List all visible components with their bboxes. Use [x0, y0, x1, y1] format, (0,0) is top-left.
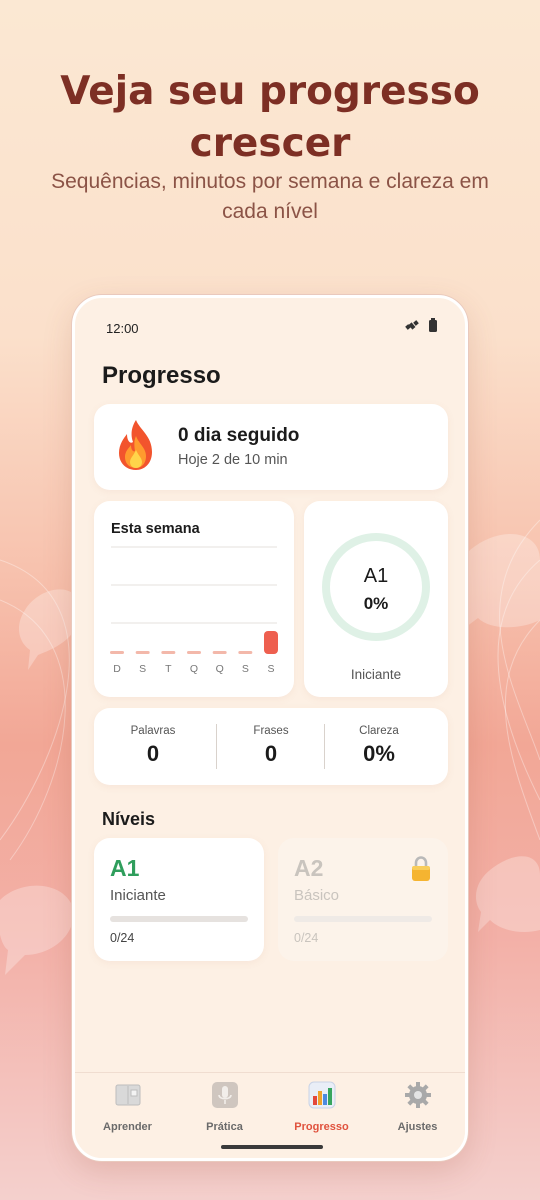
bar-chart-icon [308, 1081, 335, 1109]
page-title: Progresso [102, 362, 221, 389]
stat-label: Clareza [359, 725, 399, 737]
stat-value: 0% [363, 741, 395, 766]
level-name: Básico [294, 887, 340, 904]
status-bar: 12:00 [106, 318, 437, 336]
stat-label: Frases [253, 725, 289, 737]
lock-icon [412, 856, 430, 881]
streak-today: Hoje 2 de 10 min [178, 452, 288, 468]
chart-bar [187, 651, 201, 654]
nav-label: Progresso [294, 1121, 349, 1133]
phone-frame: 12:00 Progresso 0 dia seguido Hoje 2 de … [72, 295, 468, 1161]
satellite-icon [405, 320, 419, 330]
level-code: A1 [110, 855, 140, 881]
nav-label: Prática [206, 1121, 243, 1133]
nav-aprender[interactable]: Aprender [78, 1081, 177, 1133]
chart-tick-label: T [165, 663, 172, 675]
ring-percent: 0% [363, 594, 389, 613]
battery-icon [429, 318, 437, 332]
streak-count: 0 dia seguido [178, 425, 300, 446]
chart-bar [264, 631, 278, 654]
level-progress-bar [110, 916, 248, 922]
chart-tick-label: S [139, 663, 146, 675]
nav-label: Aprender [103, 1121, 152, 1133]
level-progress-bar [294, 916, 432, 922]
level-name: Iniciante [110, 887, 166, 904]
headline: Veja seu progresso crescer [60, 69, 480, 166]
status-time: 12:00 [106, 321, 139, 336]
chart-tick-label: D [113, 663, 121, 675]
levels-heading: Níveis [102, 809, 156, 829]
stat-label: Palavras [130, 725, 176, 737]
chart-bar [161, 651, 176, 654]
chart-tick-label: S [242, 663, 249, 675]
chart-bar [110, 651, 124, 654]
chart-bar [135, 651, 150, 654]
nav-ajustes[interactable]: Ajustes [368, 1081, 465, 1133]
ring-level-name: Iniciante [350, 667, 402, 682]
fire-icon [119, 420, 152, 470]
level-ring-card[interactable]: A1 0% Iniciante [304, 501, 448, 697]
gear-icon [404, 1082, 431, 1108]
level-count: 0/24 [294, 931, 319, 945]
stat-phrases: Frases 0 [212, 708, 330, 785]
week-bar-chart: DSTQQSS [110, 546, 278, 675]
week-card: Esta semana DSTQQSS [94, 501, 294, 697]
nav-pratica[interactable]: Prática [175, 1081, 274, 1133]
stat-value: 0 [146, 741, 160, 766]
microphone-icon [211, 1082, 238, 1108]
book-icon [115, 1084, 140, 1106]
stat-words: Palavras 0 [94, 708, 212, 785]
stats-card: Palavras 0 Frases 0 Clareza 0% [94, 708, 448, 785]
level-code: A2 [294, 855, 324, 881]
ring-level: A1 [363, 565, 389, 587]
chart-bar [212, 651, 227, 654]
level-card-a1[interactable]: A1 Iniciante 0/24 [94, 838, 264, 961]
stat-value: 0 [264, 741, 278, 766]
chart-tick-label: Q [190, 663, 198, 675]
home-indicator [221, 1145, 323, 1149]
nav-label: Ajustes [397, 1121, 438, 1133]
streak-card[interactable]: 0 dia seguido Hoje 2 de 10 min [94, 404, 448, 490]
nav-progresso[interactable]: Progresso [272, 1081, 371, 1133]
level-count: 0/24 [110, 931, 135, 945]
chart-bar [238, 651, 253, 654]
chart-tick-label: S [267, 663, 274, 675]
level-card-a2[interactable]: A2 Básico 0/24 [278, 838, 448, 961]
stat-clarity: Clareza 0% [320, 708, 438, 785]
subline: Sequências, minutos por semana e clareza… [51, 170, 489, 223]
chart-tick-label: Q [216, 663, 224, 675]
